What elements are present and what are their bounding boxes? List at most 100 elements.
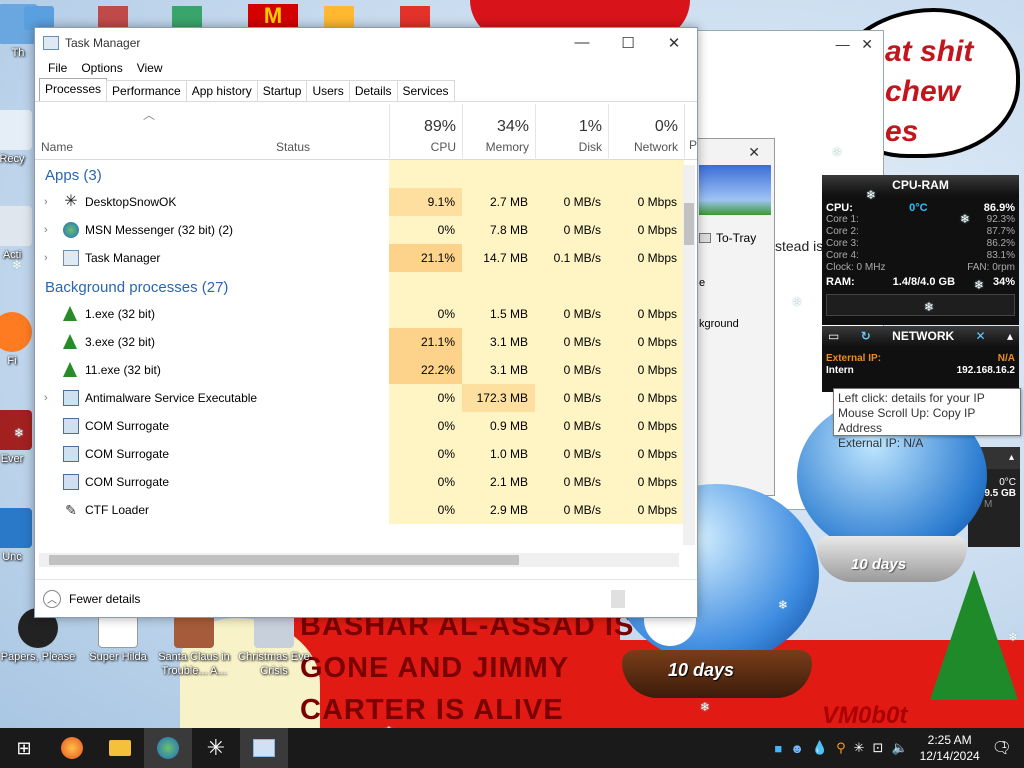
table-header: ︿ Name Status 89% CPU 34% Memory 1% Disk 0%… xyxy=(35,104,697,160)
table-row[interactable]: 0% 7.8 MB 0 MB/s 0 Mbps › MSN Messenger (32 b… xyxy=(35,216,697,244)
table-row[interactable]: 0% 2.1 MB 0 MB/s 0 Mbps COM Surrogate xyxy=(35,468,697,496)
header-name[interactable]: Name xyxy=(41,140,73,154)
process-rows: Apps (3) 9.1% 2.7 MB 0 MB/s 0 Mbps › ✳ DesktopS… xyxy=(35,160,697,524)
tab-processes[interactable]: Processes xyxy=(39,78,108,101)
volume-icon[interactable]: 🔈 xyxy=(891,740,907,756)
taskbar-firefox[interactable] xyxy=(48,728,96,768)
menu-view[interactable]: View xyxy=(130,61,170,75)
expand-chevron-icon[interactable]: › xyxy=(44,188,48,216)
desktop-icon-christmas-eve-crisis[interactable]: Christmas Eve Crisis xyxy=(236,608,312,678)
external-ip-row[interactable]: External IP: N/A xyxy=(822,353,1019,365)
top-icon-5[interactable] xyxy=(324,6,354,28)
group-background-processes[interactable]: Background processes (27) xyxy=(35,272,697,300)
header-status[interactable]: Status xyxy=(276,140,310,154)
refresh-icon[interactable]: ↻ xyxy=(861,326,871,346)
top-icon-6[interactable] xyxy=(400,6,430,28)
header-power[interactable]: P xyxy=(684,104,697,160)
cell-mem: 3.1 MB xyxy=(462,328,535,356)
minimize-button[interactable]: — xyxy=(559,28,605,57)
task-manager-window[interactable]: Task Manager — ☐ ✕ File Options View Pro… xyxy=(34,27,698,618)
tab-app-history[interactable]: App history xyxy=(185,80,258,101)
tray-snow-icon[interactable]: ✳ xyxy=(854,740,865,756)
tab-details[interactable]: Details xyxy=(348,80,398,101)
tab-services[interactable]: Services xyxy=(396,80,455,101)
table-row[interactable]: 0% 0.9 MB 0 MB/s 0 Mbps COM Surrogate xyxy=(35,412,697,440)
cell-disk: 0 MB/s xyxy=(535,496,608,524)
popup-background-text: kground xyxy=(699,318,739,330)
header-cpu[interactable]: 89% CPU xyxy=(389,104,462,160)
table-row[interactable]: 22.2% 3.1 MB 0 MB/s 0 Mbps 11.exe (32 bit) xyxy=(35,356,697,384)
header-memory[interactable]: 34% Memory xyxy=(462,104,535,160)
taskbar-file-explorer[interactable] xyxy=(96,728,144,768)
snowflake-icon: ❄ xyxy=(12,258,23,272)
expand-chevron-icon[interactable]: › xyxy=(44,384,48,412)
table-row[interactable]: 21.1% 14.7 MB 0.1 MB/s 0 Mbps › Task Manager xyxy=(35,244,697,272)
header-disk[interactable]: 1% Disk xyxy=(535,104,608,160)
tools-icon[interactable]: ✕ xyxy=(976,326,986,346)
signature: VM0b0t xyxy=(822,702,908,728)
group-apps[interactable]: Apps (3) xyxy=(35,160,697,188)
core-4-row: Core 4: 83.1% xyxy=(826,250,1015,261)
tray-search-icon[interactable]: ⚲ xyxy=(836,740,846,756)
folder-icon xyxy=(109,740,131,756)
table-row[interactable]: 0% 172.3 MB 0 MB/s 0 Mbps › Antimalware Servi… xyxy=(35,384,697,412)
table-row[interactable]: 21.1% 3.1 MB 0 MB/s 0 Mbps 3.exe (32 bit) xyxy=(35,328,697,356)
menu-options[interactable]: Options xyxy=(74,61,129,75)
table-row[interactable]: 9.1% 2.7 MB 0 MB/s 0 Mbps › ✳ DesktopSnowOK xyxy=(35,188,697,216)
taskbar-task-manager[interactable] xyxy=(240,728,288,768)
snowflake-icon: ❄ xyxy=(866,188,877,202)
tray-network-icon[interactable]: ⊡ xyxy=(873,740,884,756)
back-window-popup[interactable]: ✕ To-Tray e kground xyxy=(696,138,775,496)
popup-close-icon[interactable]: ✕ xyxy=(697,139,774,165)
cell-cpu: 0% xyxy=(389,496,462,524)
mcdonalds-icon[interactable]: M xyxy=(248,4,298,28)
clock-fan-row: Clock: 0 MHz FAN: 0rpm xyxy=(826,262,1015,273)
cell-net: 0 Mbps xyxy=(608,328,684,356)
tray-drop-icon[interactable]: 💧 xyxy=(812,740,828,756)
tab-users[interactable]: Users xyxy=(306,80,350,101)
fewer-details-link[interactable]: Fewer details xyxy=(69,592,140,606)
tab-performance[interactable]: Performance xyxy=(106,80,187,101)
cell-net: 0 Mbps xyxy=(608,188,684,216)
table-row[interactable]: 0% 1.0 MB 0 MB/s 0 Mbps COM Surrogate xyxy=(35,440,697,468)
menu-file[interactable]: File xyxy=(41,61,74,75)
close-button[interactable]: ✕ xyxy=(651,28,697,57)
to-tray-button[interactable]: To-Tray xyxy=(699,231,756,245)
clock[interactable]: 2:25 AM 12/14/2024 xyxy=(920,732,980,764)
cell-mem: 1.5 MB xyxy=(462,300,535,328)
end-task-button[interactable] xyxy=(611,589,625,608)
desktop-icon-santa-claus[interactable]: Santa Claus in Trouble... A... xyxy=(156,608,232,678)
tab-startup[interactable]: Startup xyxy=(256,80,308,101)
vertical-scrollbar[interactable] xyxy=(683,165,695,545)
msn-icon xyxy=(63,222,79,238)
table-row[interactable]: 0% 2.9 MB 0 MB/s 0 Mbps ✎ CTF Loader xyxy=(35,496,697,524)
cell-net: 0 Mbps xyxy=(608,412,684,440)
start-button[interactable]: ⊞ xyxy=(0,728,48,768)
cpu-ram-widget[interactable]: CPU-RAM CPU: 0°C 86.9% Core 1: 92.3% Core 2… xyxy=(822,175,1019,325)
cell-disk: 0 MB/s xyxy=(535,384,608,412)
table-row[interactable]: 0% 1.5 MB 0 MB/s 0 Mbps 1.exe (32 bit) xyxy=(35,300,697,328)
task-manager-titlebar[interactable]: Task Manager — ☐ ✕ xyxy=(35,28,697,57)
back-window-controls[interactable]: — ✕ xyxy=(697,31,883,59)
chevron-up-icon[interactable]: ︿ xyxy=(43,589,61,608)
cell-disk: 0 MB/s xyxy=(535,468,608,496)
cell-cpu: 9.1% xyxy=(389,188,462,216)
notification-button[interactable]: 🗨 1 xyxy=(992,738,1012,758)
collapse-icon[interactable]: ▴ xyxy=(1007,326,1013,346)
cell-mem: 14.7 MB xyxy=(462,244,535,272)
internal-ip-row[interactable]: Intern 192.168.16.2 xyxy=(822,365,1019,377)
expand-chevron-icon[interactable]: › xyxy=(44,216,48,244)
taskbar-desktopsnow[interactable]: ✳ xyxy=(192,728,240,768)
taskbar-msn[interactable] xyxy=(144,728,192,768)
monitor-icon[interactable]: ▭ xyxy=(828,326,839,346)
header-network[interactable]: 0% Network xyxy=(608,104,684,160)
horizontal-scrollbar[interactable] xyxy=(39,553,679,567)
tray-app-icon[interactable]: ■ xyxy=(774,741,782,756)
cell-net: 0 Mbps xyxy=(608,440,684,468)
maximize-button[interactable]: ☐ xyxy=(605,28,651,57)
top-icon-2[interactable] xyxy=(98,6,128,28)
tray-msn-icon[interactable]: ☻ xyxy=(790,741,804,756)
expand-chevron-icon[interactable]: › xyxy=(44,244,48,272)
network-widget[interactable]: ▭ ↻ NETWORK ✕ ▴ External IP: N/A Intern 192.16… xyxy=(822,326,1019,392)
top-icon-3[interactable] xyxy=(172,6,202,28)
